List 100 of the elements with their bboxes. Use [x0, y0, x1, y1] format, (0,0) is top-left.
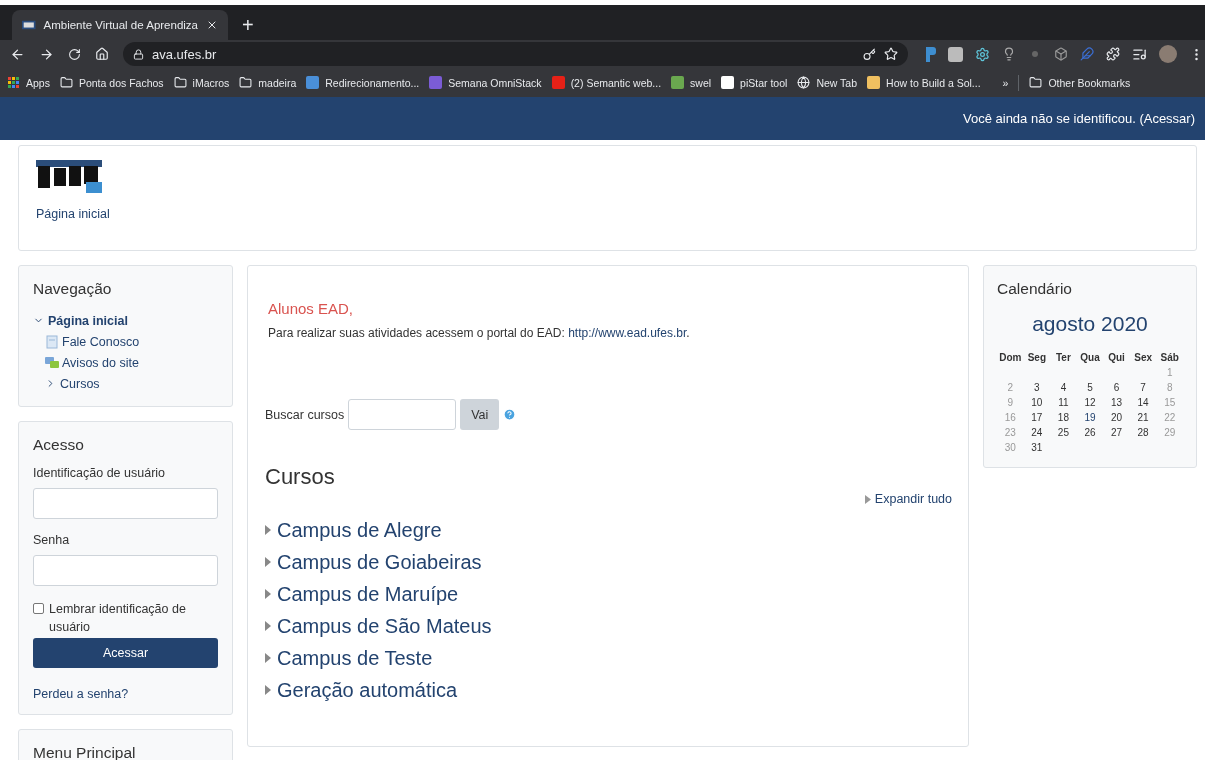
- bookmark-link[interactable]: Ponta dos Fachos: [78, 76, 164, 89]
- calendar-day[interactable]: 19: [1076, 412, 1104, 423]
- field-label: Senha: [33, 533, 71, 547]
- calendar-day[interactable]: 28: [1129, 427, 1157, 438]
- category-link[interactable]: Campus de Maruípe: [277, 582, 459, 606]
- bookmark-link[interactable]: Redirecionamento...: [325, 76, 420, 89]
- bookmark-link[interactable]: piStar tool: [740, 76, 788, 89]
- calendar-day[interactable]: 21: [1129, 412, 1157, 423]
- search-button[interactable]: Vai: [460, 399, 500, 430]
- nav-link[interactable]: Avisos do site: [62, 355, 139, 370]
- weekday-header: Seg: [1026, 352, 1047, 363]
- calendar-day[interactable]: 4: [1050, 382, 1077, 393]
- lightbulb-icon[interactable]: [1002, 47, 1016, 61]
- portal-link[interactable]: http://www.ead.ufes.br: [568, 326, 687, 340]
- calendar-day[interactable]: 5: [1076, 382, 1104, 393]
- login-link[interactable]: (Acessar): [1139, 111, 1195, 126]
- nav-link[interactable]: Cursos: [60, 376, 100, 391]
- star-icon[interactable]: [884, 47, 898, 61]
- calendar-month: agosto 2020: [1031, 312, 1149, 336]
- queue-icon[interactable]: [1132, 46, 1147, 62]
- browser-tab[interactable]: Ambiente Virtual de Aprendiza: [12, 10, 228, 40]
- calendar-day[interactable]: 13: [1103, 397, 1130, 408]
- block-title: Navegação: [33, 280, 113, 298]
- calendar-day[interactable]: 11: [1050, 397, 1077, 408]
- calendar-day[interactable]: 10: [1023, 397, 1051, 408]
- calendar-day[interactable]: 24: [1023, 427, 1051, 438]
- calendar-day[interactable]: 3: [1023, 382, 1051, 393]
- bookmark-link[interactable]: Semana OmniStack: [448, 76, 542, 89]
- search-field[interactable]: [348, 399, 457, 430]
- home-icon[interactable]: [95, 47, 109, 61]
- notice-title: Alunos EAD,: [267, 300, 355, 317]
- folder-icon: [239, 76, 253, 89]
- weekday-header: Qua: [1079, 352, 1101, 363]
- bookmark-link[interactable]: Apps: [26, 76, 50, 89]
- folder-icon: [173, 76, 187, 89]
- block-title: Calendário: [997, 280, 1073, 298]
- forgot-password-link[interactable]: Perdeu a senha?: [33, 687, 129, 701]
- nav-link[interactable]: Fale Conosco: [62, 334, 140, 349]
- bookmark-link[interactable]: iMacros: [192, 76, 230, 89]
- bookmark-link[interactable]: How to Build a Sol...: [886, 76, 981, 89]
- extension-icon[interactable]: [926, 46, 936, 62]
- back-icon[interactable]: [10, 46, 25, 62]
- puzzle-icon[interactable]: [1106, 47, 1120, 61]
- bookmark-link[interactable]: New Tab: [816, 76, 858, 89]
- calendar-day[interactable]: 27: [1103, 427, 1130, 438]
- close-icon[interactable]: [206, 19, 218, 31]
- checkbox[interactable]: [33, 603, 44, 614]
- triangle-right-icon[interactable]: [265, 685, 272, 695]
- expand-triangle-icon: [864, 494, 871, 504]
- address-bar[interactable]: ava.ufes.br: [123, 42, 908, 66]
- triangle-right-icon[interactable]: [265, 621, 272, 631]
- bookmarks-overflow[interactable]: »: [1002, 76, 1009, 89]
- key-icon[interactable]: [863, 47, 876, 61]
- gear-icon[interactable]: [975, 46, 990, 62]
- category-link[interactable]: Campus de Alegre: [277, 518, 442, 542]
- calendar-day[interactable]: 18: [1050, 412, 1077, 423]
- forward-icon[interactable]: [39, 46, 54, 62]
- login-button[interactable]: Acessar: [33, 638, 218, 668]
- calendar-day[interactable]: 14: [1129, 397, 1157, 408]
- password-field[interactable]: [33, 555, 218, 586]
- bookmark-link[interactable]: swel: [690, 76, 712, 89]
- checkbox-label: Lembrar identificação de usuário: [49, 601, 187, 636]
- nav-link[interactable]: Página inicial: [48, 313, 128, 328]
- calendar-day[interactable]: 20: [1103, 412, 1130, 423]
- triangle-right-icon[interactable]: [265, 589, 272, 599]
- avatar[interactable]: [1159, 45, 1177, 63]
- bookmark-link[interactable]: madeira: [258, 76, 297, 89]
- username-field[interactable]: [33, 488, 218, 519]
- weekday-header: Ter: [1055, 352, 1072, 363]
- expand-all-link[interactable]: Expandir tudo: [874, 492, 952, 506]
- bookmark-link[interactable]: (2) Semantic web...: [570, 76, 662, 89]
- triangle-right-icon[interactable]: [265, 557, 272, 567]
- calendar-day[interactable]: 26: [1076, 427, 1104, 438]
- field-label: Identificação de usuário: [33, 466, 167, 480]
- calendar-day[interactable]: 17: [1023, 412, 1051, 423]
- box-icon[interactable]: [1054, 47, 1068, 61]
- category-link[interactable]: Campus de São Mateus: [277, 614, 492, 638]
- logo-drawing: [36, 160, 102, 193]
- category-link[interactable]: Campus de Teste: [277, 646, 433, 670]
- feather-icon[interactable]: [1080, 47, 1094, 61]
- calendar-day[interactable]: 7: [1129, 382, 1157, 393]
- help-icon[interactable]: [503, 408, 517, 421]
- category-link[interactable]: Campus de Goiabeiras: [277, 550, 482, 574]
- reload-icon[interactable]: [68, 47, 81, 61]
- calendar-day[interactable]: 31: [1023, 442, 1051, 453]
- calendar-day[interactable]: 6: [1103, 382, 1130, 393]
- login-notice: Você ainda não se identificou. (Acessar): [963, 111, 1195, 126]
- bookmark-link[interactable]: Other Bookmarks: [1048, 76, 1131, 89]
- triangle-right-icon[interactable]: [265, 653, 272, 663]
- new-tab-button[interactable]: +: [236, 10, 260, 40]
- calendar-day[interactable]: 25: [1050, 427, 1077, 438]
- lock-icon: [133, 48, 144, 60]
- home-link[interactable]: Página inicial: [36, 207, 1179, 221]
- weekday-header: Sex: [1133, 352, 1154, 363]
- category-link[interactable]: Geração automática: [277, 678, 458, 702]
- chat-bubbles-icon: [45, 355, 59, 370]
- extension-icon[interactable]: [948, 46, 963, 62]
- triangle-right-icon[interactable]: [265, 525, 272, 535]
- calendar-day[interactable]: 12: [1076, 397, 1104, 408]
- favicon: [22, 20, 36, 30]
